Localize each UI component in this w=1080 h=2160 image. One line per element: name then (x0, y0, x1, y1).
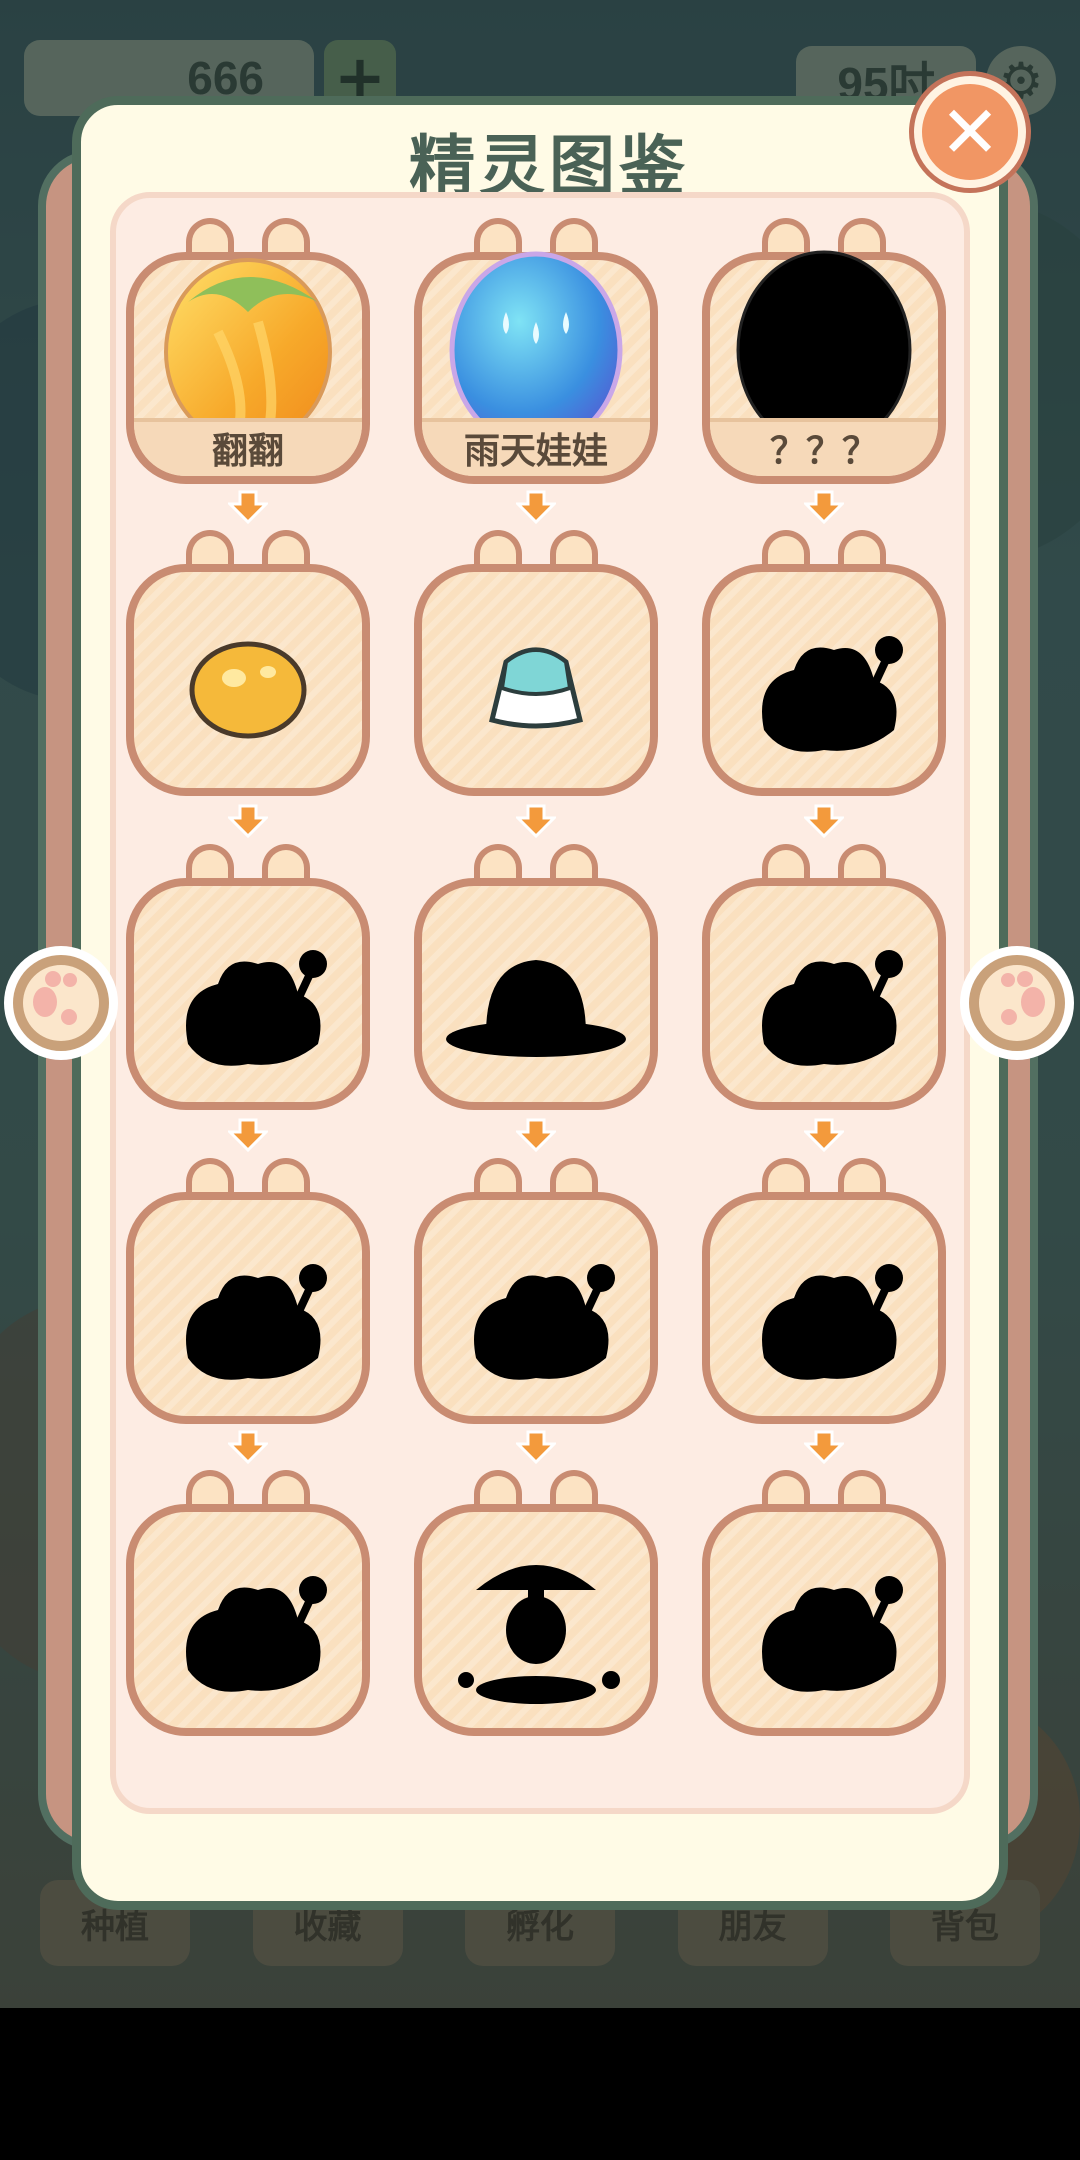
creature-silhouette-icon (126, 878, 370, 1110)
spirit-card[interactable] (414, 1470, 658, 1736)
down-arrow-icon (804, 804, 844, 838)
creature-silhouette-icon (702, 1192, 946, 1424)
next-page-button[interactable] (960, 946, 1074, 1060)
spirit-card[interactable]: 翻翻 (126, 218, 370, 484)
spirit-name: 雨天娃娃 (463, 431, 608, 472)
creature-silhouette-icon (702, 1504, 946, 1736)
spirit-card[interactable] (126, 844, 370, 1110)
down-arrow-icon (228, 1118, 268, 1152)
down-arrow-icon (228, 1430, 268, 1464)
mystery-egg-silhouette-icon (702, 250, 946, 442)
down-arrow-icon (228, 490, 268, 524)
down-arrow-icon (804, 490, 844, 524)
spirit-name: 翻翻 (211, 431, 284, 472)
close-button[interactable]: ✕ (914, 76, 1026, 188)
paw-icon (979, 965, 1055, 1041)
down-arrow-icon (516, 1118, 556, 1152)
golden-leaf-egg-icon (126, 252, 370, 442)
spirit-card[interactable] (702, 1158, 946, 1424)
down-arrow-icon (516, 1430, 556, 1464)
down-arrow-icon (228, 804, 268, 838)
spirit-card[interactable] (126, 1470, 370, 1736)
spirit-card[interactable] (702, 844, 946, 1110)
spirit-card[interactable] (702, 1470, 946, 1736)
creature-silhouette-icon (702, 878, 946, 1110)
creature-silhouette-icon (126, 1504, 370, 1736)
paw-ring (13, 955, 109, 1051)
prev-page-button[interactable] (4, 946, 118, 1060)
creature-silhouette-icon (702, 564, 946, 796)
down-arrow-icon (804, 1118, 844, 1152)
creature-silhouette-icon (414, 1192, 658, 1424)
jelly-pudding-icon (414, 564, 658, 796)
spirit-card[interactable]: 雨天娃娃 (414, 218, 658, 484)
down-arrow-icon (804, 1430, 844, 1464)
spirit-name: ？？？ (769, 431, 878, 472)
paw-icon (23, 965, 99, 1041)
spirit-card[interactable]: ？？？ (702, 218, 946, 484)
umbrella-silhouette-icon (414, 1504, 658, 1736)
down-arrow-icon (516, 490, 556, 524)
paw-ring (969, 955, 1065, 1051)
close-icon: ✕ (939, 90, 1001, 174)
spirit-card[interactable] (414, 844, 658, 1110)
spirit-card[interactable] (414, 1158, 658, 1424)
spirit-card[interactable] (126, 530, 370, 796)
blue-rain-egg-icon (414, 251, 658, 442)
hat-silhouette-icon (414, 878, 658, 1110)
golden-blob-icon (126, 564, 370, 796)
creature-silhouette-icon (126, 1192, 370, 1424)
spirit-card[interactable] (126, 1158, 370, 1424)
spirit-card[interactable] (414, 530, 658, 796)
down-arrow-icon (516, 804, 556, 838)
spirit-card[interactable] (702, 530, 946, 796)
